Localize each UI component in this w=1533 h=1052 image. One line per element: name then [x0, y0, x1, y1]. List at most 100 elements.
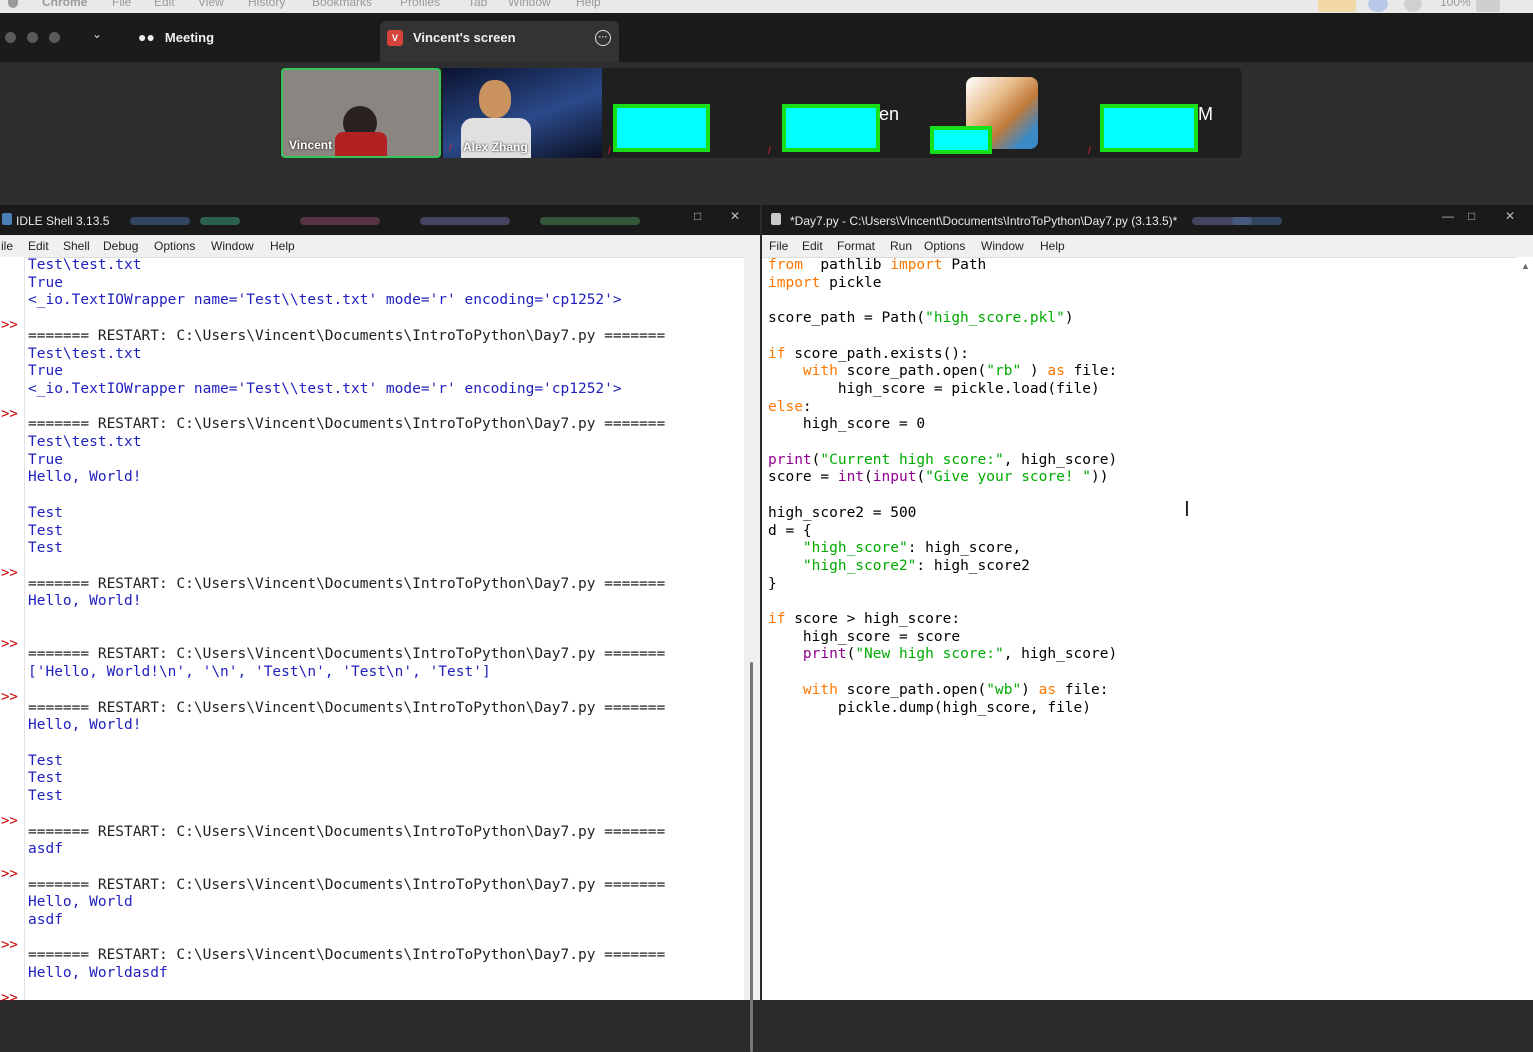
- apple-icon[interactable]: [8, 0, 18, 8]
- code-line: print("New high score:", high_score): [768, 646, 1508, 664]
- code-token: score_path.exists():: [785, 345, 969, 362]
- code-token: ): [1021, 363, 1048, 380]
- screen-share-tab[interactable]: V Vincent's screen ···: [380, 21, 619, 62]
- code-line: }: [768, 576, 1508, 594]
- shell-line: True: [28, 363, 63, 380]
- zoom-toolbar: ⌄ ●● Meeting V Vincent's screen ···: [0, 13, 1533, 62]
- mac-menu-file[interactable]: File: [112, 0, 131, 9]
- code-token: )): [1091, 469, 1109, 486]
- shell-menu-help[interactable]: Help: [270, 239, 295, 253]
- more-options-icon[interactable]: ···: [595, 30, 611, 46]
- shell-line: True: [28, 451, 63, 468]
- editor-menu-options[interactable]: Options: [924, 239, 965, 253]
- shell-line: Test: [28, 504, 63, 521]
- code-token-kw: else: [768, 398, 803, 415]
- participant-tile-vincent[interactable]: Vincent: [281, 68, 441, 158]
- scrollbar-thumb[interactable]: [750, 662, 753, 1052]
- code-line: if score > high_score:: [768, 611, 1508, 629]
- mac-menu-bookmarks[interactable]: Bookmarks: [312, 0, 372, 9]
- code-editor[interactable]: from pathlib import Path import pickle sc…: [768, 257, 1508, 1000]
- redacted-participant-name: [613, 104, 710, 152]
- shell-window-title: IDLE Shell 3.13.5: [16, 214, 110, 228]
- shell-prompt: >>: [1, 989, 18, 1006]
- editor-menu-help[interactable]: Help: [1040, 239, 1065, 253]
- shell-menu-edit[interactable]: Edit: [28, 239, 49, 253]
- scroll-up-icon[interactable]: ▲: [1521, 261, 1530, 271]
- participant-name: Vincent: [289, 138, 333, 152]
- shell-titlebar[interactable]: IDLE Shell 3.13.5 □ ✕: [0, 205, 760, 235]
- shell-menu-window[interactable]: Window: [211, 239, 254, 253]
- code-token: pickle: [820, 274, 882, 291]
- maximize-icon[interactable]: □: [1468, 209, 1475, 223]
- shell-line: ======= RESTART: C:\Users\Vincent\Docume…: [28, 646, 666, 663]
- app-menu[interactable]: Chrome: [42, 0, 87, 9]
- code-line: score = int(input("Give your score! ")): [768, 469, 1508, 487]
- code-token-st: "Current high score:": [820, 451, 1004, 468]
- shell-output[interactable]: Test\test.txt True <_io.TextIOWrapper name…: [28, 257, 743, 1000]
- mac-menu-edit[interactable]: Edit: [154, 0, 175, 9]
- code-token: pathlib: [802, 257, 891, 273]
- shell-menu-debug[interactable]: Debug: [103, 239, 138, 253]
- close-icon[interactable]: ✕: [1505, 209, 1515, 223]
- shell-prompt: >>: [1, 564, 18, 581]
- shell-menu-file[interactable]: ile: [1, 239, 13, 253]
- mac-menu-history[interactable]: History: [248, 0, 285, 9]
- chevron-down-icon[interactable]: ⌄: [92, 27, 102, 41]
- shell-menu-options[interactable]: Options: [154, 239, 195, 253]
- editor-menu-window[interactable]: Window: [981, 239, 1024, 253]
- editor-scrollbar[interactable]: ▲: [1517, 257, 1533, 1000]
- mac-menu-bar: Chrome File Edit View History Bookmarks …: [0, 0, 1533, 13]
- fullscreen-window-icon[interactable]: [49, 32, 60, 43]
- shell-line: ['Hello, World!\n', '\n', 'Test\n', 'Tes…: [28, 664, 491, 681]
- code-token-kw: from: [768, 257, 803, 273]
- code-token-kw: import: [890, 257, 943, 273]
- screen-share-label: Vincent's screen: [413, 30, 516, 45]
- idle-editor-window: *Day7.py - C:\Users\Vincent\Documents\In…: [762, 205, 1533, 1000]
- shell-menu-shell[interactable]: Shell: [63, 239, 90, 253]
- editor-titlebar[interactable]: *Day7.py - C:\Users\Vincent\Documents\In…: [762, 205, 1533, 235]
- mac-menu-help[interactable]: Help: [576, 0, 601, 9]
- shell-scrollbar[interactable]: [744, 257, 760, 1052]
- code-token: score_path.open(: [837, 363, 987, 380]
- minimize-window-icon[interactable]: [27, 32, 38, 43]
- shell-line: ======= RESTART: C:\Users\Vincent\Docume…: [28, 876, 666, 893]
- editor-menu-format[interactable]: Format: [837, 239, 875, 253]
- code-token: score =: [768, 469, 838, 486]
- editor-menu-file[interactable]: File: [769, 239, 788, 253]
- participant-name: Alex Zhang: [463, 140, 528, 154]
- shell-prompt: >>: [1, 865, 18, 882]
- shell-line: Hello, World: [28, 894, 133, 911]
- minimize-icon[interactable]: —: [1442, 209, 1454, 223]
- control-center-icon[interactable]: [1368, 0, 1388, 12]
- code-token: pickle.dump(high_score, file): [768, 699, 1092, 716]
- participant-tile-alex[interactable]: / Alex Zhang: [443, 68, 602, 158]
- meeting-label: Meeting: [164, 29, 215, 45]
- code-token: : high_score2: [916, 557, 1030, 574]
- editor-menu-run[interactable]: Run: [890, 239, 912, 253]
- close-icon[interactable]: ✕: [730, 209, 740, 223]
- editor-menu-edit[interactable]: Edit: [802, 239, 823, 253]
- focus-icon[interactable]: [1404, 0, 1422, 12]
- minimize-icon[interactable]: □: [694, 209, 701, 223]
- mac-menu-profiles[interactable]: Profiles: [400, 0, 440, 9]
- mac-menu-window[interactable]: Window: [508, 0, 551, 9]
- code-token: score_path.open(: [837, 681, 987, 698]
- mic-status-icon[interactable]: [1318, 0, 1356, 12]
- shell-line: asdf: [28, 841, 63, 858]
- taskbar-blur: [130, 217, 190, 225]
- mac-menu-tab[interactable]: Tab: [468, 0, 487, 9]
- shell-prompt-gutter: >> >> >> >> >> >> >> >> >>: [0, 257, 25, 1006]
- code-token: (: [864, 469, 873, 486]
- code-line: else:: [768, 399, 1508, 417]
- code-token: Path: [942, 257, 987, 273]
- idle-shell-window: IDLE Shell 3.13.5 □ ✕ ile Edit Shell Deb…: [0, 205, 760, 1052]
- shell-prompt: >>: [1, 317, 18, 334]
- close-window-icon[interactable]: [5, 32, 16, 43]
- meeting-tab[interactable]: ●● Meeting: [130, 21, 370, 53]
- battery-icon[interactable]: [1476, 0, 1500, 12]
- mac-menu-view[interactable]: View: [198, 0, 224, 9]
